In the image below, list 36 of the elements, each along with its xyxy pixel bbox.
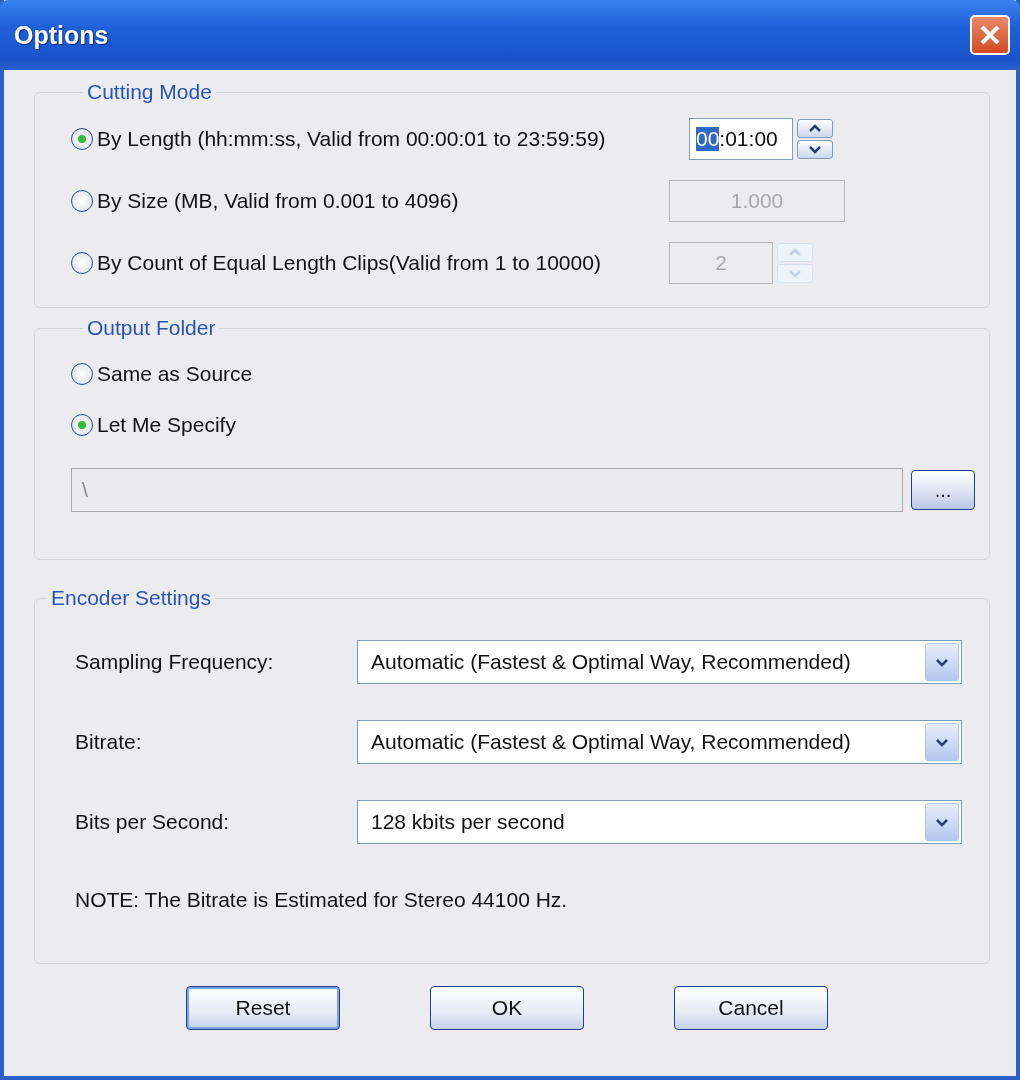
spin-down-button[interactable] (797, 140, 833, 159)
radio-option[interactable]: By Count of Equal Length Clips(Valid from 1 to 10000) (71, 251, 669, 275)
window-title: Options (14, 20, 109, 50)
radio-option[interactable]: By Size (MB, Valid from 0.001 to 4096) (71, 189, 669, 213)
group-title: Output Folder (86, 316, 217, 340)
radio-button[interactable] (71, 252, 93, 274)
field-label: Bits per Second: (75, 810, 231, 834)
radio-option[interactable]: Let Me Specify (71, 412, 975, 437)
close-icon (979, 24, 1001, 46)
dialog-button[interactable]: Reset (186, 986, 340, 1030)
dropdown-button[interactable] (925, 723, 959, 761)
radio-button[interactable] (71, 362, 93, 385)
field-label: Bitrate: (75, 730, 143, 754)
browse-button[interactable]: ... (911, 470, 975, 510)
chevron-down-icon (935, 817, 949, 827)
radio-option[interactable]: Same as Source (71, 361, 975, 386)
dialog-button[interactable]: Cancel (674, 986, 828, 1030)
spin-up-button[interactable] (797, 119, 833, 138)
input-field[interactable]: 00:01:00 (689, 118, 793, 160)
dropdown[interactable]: 128 kbits per second (357, 800, 962, 844)
note-text: NOTE: The Bitrate is Estimated for Stereo 44100 Hz. (75, 888, 569, 912)
close-button[interactable] (970, 15, 1010, 55)
group-title: Cutting Mode (86, 80, 213, 104)
dropdown[interactable]: Automatic (Fastest & Optimal Way, Recommended) (357, 720, 962, 764)
group-title: Encoder Settings (50, 586, 212, 610)
radio-button[interactable] (71, 190, 93, 212)
dropdown[interactable]: Automatic (Fastest & Optimal Way, Recommended) (357, 640, 962, 684)
radio-option[interactable]: By Length (hh:mm:ss, Valid from 00:00:01 to 23:59:59) (71, 127, 689, 151)
radio-button[interactable] (71, 413, 93, 436)
radio-button[interactable] (71, 128, 93, 150)
chevron-down-icon (935, 737, 949, 747)
dropdown-button[interactable] (925, 803, 959, 841)
dialog-button[interactable]: OK (430, 986, 584, 1030)
dropdown-button[interactable] (925, 643, 959, 681)
chevron-down-icon (935, 657, 949, 667)
field-label: Sampling Frequency: (75, 650, 275, 674)
